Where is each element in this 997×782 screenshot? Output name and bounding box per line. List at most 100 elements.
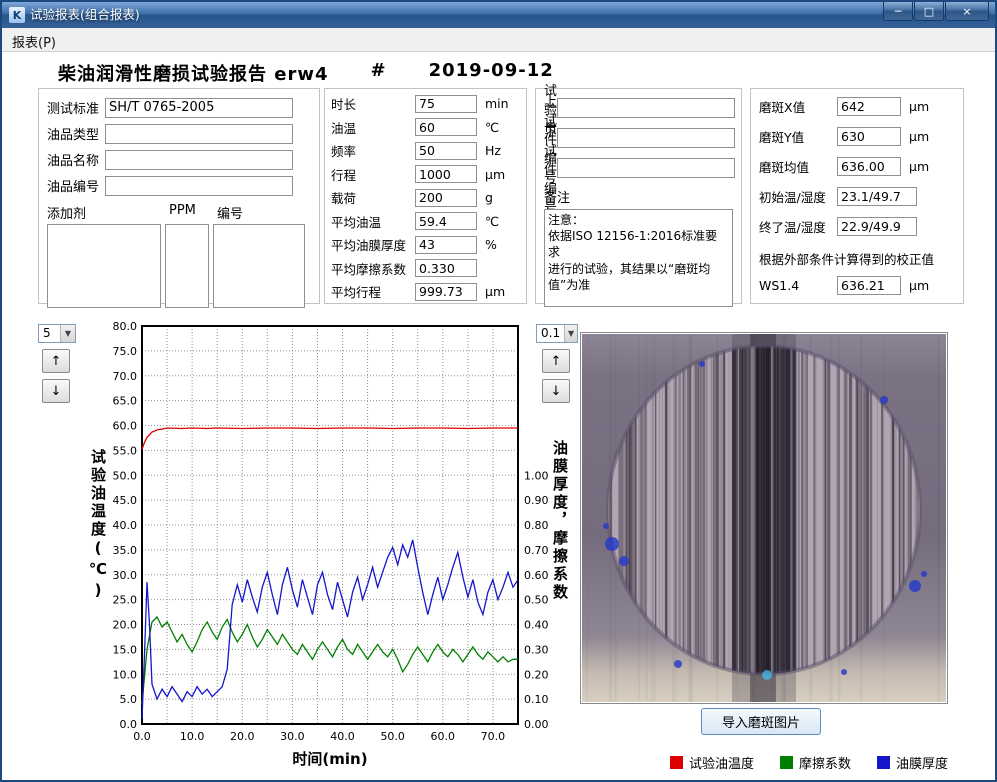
unit-label: µm <box>485 284 513 299</box>
field-row: 上试件编号 <box>544 123 733 153</box>
maximize-button[interactable]: □ <box>914 2 944 21</box>
field-label: 油品编号 <box>47 176 105 195</box>
unit-label: µm <box>909 99 929 114</box>
left-axis-down-button[interactable]: ↓ <box>42 379 70 403</box>
field-label: 初始温/湿度 <box>759 187 837 206</box>
field-input[interactable] <box>557 128 735 148</box>
field-input[interactable] <box>415 236 477 254</box>
report-hash: # <box>371 60 387 86</box>
svg-text:0.90: 0.90 <box>524 494 549 507</box>
additive-textarea[interactable] <box>47 224 161 308</box>
unit-label: µm <box>909 278 929 293</box>
legend-swatch <box>780 756 793 769</box>
field-row: 行程µm <box>331 163 520 187</box>
svg-text:0.20: 0.20 <box>524 668 549 681</box>
svg-text:60.0: 60.0 <box>113 420 138 433</box>
field-input[interactable] <box>837 157 901 176</box>
field-input[interactable] <box>837 276 901 295</box>
unit-label: Hz <box>485 143 513 158</box>
svg-text:50.0: 50.0 <box>113 469 138 482</box>
field-row: 磨斑Y值µm <box>759 121 955 151</box>
report-title-text: 柴油润滑性磨损试验报告 erw4 <box>58 60 329 86</box>
field-label: WS1.4 <box>759 278 837 293</box>
caption-buttons: ─ □ × <box>882 2 989 21</box>
remarks-textarea[interactable]: 注意： 依据ISO 12156-1:2016标准要求 进行的试验，其结果以“磨斑… <box>544 209 733 307</box>
field-label: 磨斑Y值 <box>759 127 837 146</box>
field-row: 油品编号 <box>47 174 311 197</box>
menu-report[interactable]: 报表(P) <box>2 28 66 55</box>
app-window: K 试验报表(组合报表) ─ □ × 报表(P) 柴油润滑性磨损试验报告 erw… <box>0 0 997 782</box>
x-axis-title: 时间(min) <box>270 748 390 769</box>
results-panel: 磨斑X值µm磨斑Y值µm磨斑均值µm初始温/湿度终了温/湿度 根据外部条件计算得… <box>750 88 964 304</box>
chevron-down-icon[interactable]: ▼ <box>60 325 75 342</box>
field-row: 试验员 <box>544 93 733 123</box>
svg-text:60.0: 60.0 <box>431 730 456 743</box>
svg-text:0.10: 0.10 <box>524 693 549 706</box>
svg-text:45.0: 45.0 <box>113 494 138 507</box>
svg-text:0.40: 0.40 <box>524 619 549 632</box>
field-label: 时长 <box>331 94 415 113</box>
field-row: 下试件编号 <box>544 153 733 183</box>
field-row: 初始温/湿度 <box>759 181 955 211</box>
field-row: 载荷g <box>331 186 520 210</box>
field-input[interactable] <box>837 187 917 206</box>
field-row: 平均油膜厚度% <box>331 233 520 257</box>
svg-text:5.0: 5.0 <box>120 693 138 706</box>
field-input[interactable] <box>105 150 293 170</box>
field-input[interactable] <box>105 124 293 144</box>
field-input[interactable] <box>837 97 901 116</box>
svg-text:10.0: 10.0 <box>180 730 205 743</box>
field-label: 油品名称 <box>47 150 105 169</box>
titlebar[interactable]: K 试验报表(组合报表) ─ □ × <box>2 2 995 28</box>
svg-text:70.0: 70.0 <box>113 370 138 383</box>
left-scale-combobox[interactable]: 5 ▼ <box>38 324 76 343</box>
svg-text:0.0: 0.0 <box>133 730 151 743</box>
field-row: 磨斑均值µm <box>759 151 955 181</box>
field-input[interactable] <box>557 98 735 118</box>
minimize-button[interactable]: ─ <box>883 2 913 21</box>
svg-text:25.0: 25.0 <box>113 594 138 607</box>
field-input[interactable] <box>415 189 477 207</box>
legend-label: 油膜厚度 <box>896 753 948 772</box>
field-input[interactable] <box>415 283 477 301</box>
field-input[interactable] <box>415 212 477 230</box>
svg-text:20.0: 20.0 <box>230 730 255 743</box>
svg-text:0.70: 0.70 <box>524 544 549 557</box>
unit-label: ℃ <box>485 214 513 229</box>
field-label: 频率 <box>331 141 415 160</box>
close-button[interactable]: × <box>945 2 989 21</box>
field-input[interactable] <box>415 118 477 136</box>
field-input[interactable] <box>837 127 901 146</box>
import-scar-image-button[interactable]: 导入磨斑图片 <box>701 708 821 735</box>
field-input[interactable] <box>415 95 477 113</box>
field-row: 终了温/湿度 <box>759 211 955 241</box>
svg-text:35.0: 35.0 <box>113 544 138 557</box>
left-axis-up-button[interactable]: ↑ <box>42 349 70 373</box>
field-input[interactable] <box>837 217 917 236</box>
number-textarea[interactable] <box>213 224 305 308</box>
report-date: 2019-09-12 <box>429 60 554 86</box>
field-input[interactable] <box>415 142 477 160</box>
field-input[interactable] <box>105 98 293 118</box>
chevron-down-icon[interactable]: ▼ <box>564 325 577 342</box>
field-row: 测试标准 <box>47 96 311 119</box>
svg-text:0.00: 0.00 <box>524 718 549 731</box>
unit-label: ℃ <box>485 120 513 135</box>
field-row: 磨斑X值µm <box>759 91 955 121</box>
field-row: 时长min <box>331 92 520 116</box>
svg-text:55.0: 55.0 <box>113 444 138 457</box>
ppm-textarea[interactable] <box>165 224 209 308</box>
svg-text:0.30: 0.30 <box>524 643 549 656</box>
test-params-panel: 时长min油温℃频率Hz行程µm载荷g平均油温℃平均油膜厚度%平均摩擦系数平均行… <box>324 88 527 304</box>
field-input[interactable] <box>415 165 477 183</box>
field-input[interactable] <box>557 158 735 178</box>
field-label: 磨斑均值 <box>759 157 837 176</box>
field-label: 油品类型 <box>47 124 105 143</box>
field-input[interactable] <box>415 259 477 277</box>
field-label: 平均摩擦系数 <box>331 259 415 278</box>
legend-item: 油膜厚度 <box>877 753 948 772</box>
menubar: 报表(P) <box>2 28 995 52</box>
field-row: 平均行程µm <box>331 280 520 304</box>
field-label: 测试标准 <box>47 98 105 117</box>
field-input[interactable] <box>105 176 293 196</box>
